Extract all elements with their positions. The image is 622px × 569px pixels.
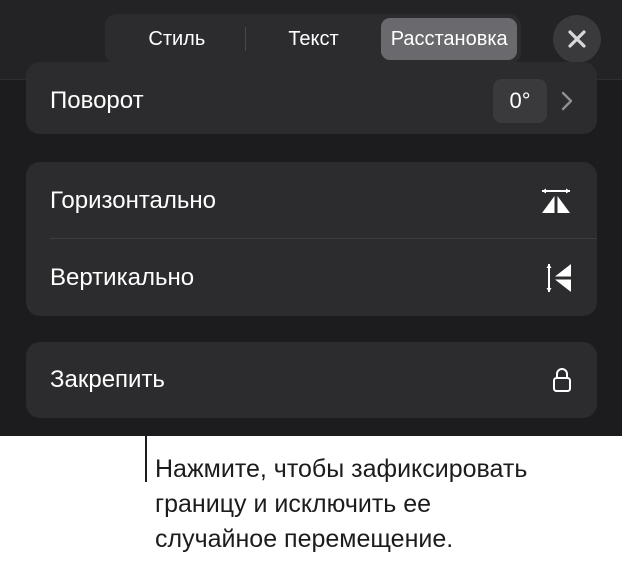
- close-button[interactable]: [553, 15, 601, 63]
- callout-line-2: границу и исключить ее: [155, 490, 432, 518]
- lock-row[interactable]: Закрепить: [26, 342, 597, 418]
- chevron-right-icon: [561, 91, 573, 111]
- flip-vertical-icon[interactable]: [545, 261, 573, 295]
- lock-icon[interactable]: [551, 367, 573, 393]
- flip-group: Горизонтально Вертикально: [26, 162, 597, 316]
- tab-arrange[interactable]: Расстановка: [381, 18, 518, 60]
- flip-horizontal-label: Горизонтально: [50, 186, 217, 214]
- rotation-group: Поворот 0°: [26, 62, 597, 134]
- lock-group: Закрепить: [26, 342, 597, 418]
- arrange-panel: Стиль Текст Расстановка Поворот 0° Гориз…: [0, 0, 622, 436]
- rotation-label: Поворот: [50, 87, 144, 114]
- close-icon: [567, 29, 587, 49]
- callout-line-1: Нажмите, чтобы зафиксировать: [155, 455, 528, 483]
- lock-label: Закрепить: [50, 366, 165, 393]
- tab-text[interactable]: Текст: [246, 18, 382, 60]
- flip-vertical-row[interactable]: Вертикально: [26, 239, 597, 316]
- rotation-value[interactable]: 0°: [493, 79, 547, 123]
- format-segmented-control: Стиль Текст Расстановка: [105, 14, 521, 64]
- callout-line: [145, 420, 147, 482]
- flip-horizontal-icon[interactable]: [539, 187, 573, 215]
- rotation-row[interactable]: Поворот 0°: [26, 62, 597, 134]
- tab-style[interactable]: Стиль: [109, 18, 245, 60]
- callout-line-3: случайное перемещение.: [155, 525, 454, 553]
- flip-vertical-label: Вертикально: [50, 263, 195, 291]
- flip-horizontal-row[interactable]: Горизонтально: [26, 162, 597, 239]
- callout-text: Нажмите, чтобы зафиксировать границу и и…: [155, 452, 615, 557]
